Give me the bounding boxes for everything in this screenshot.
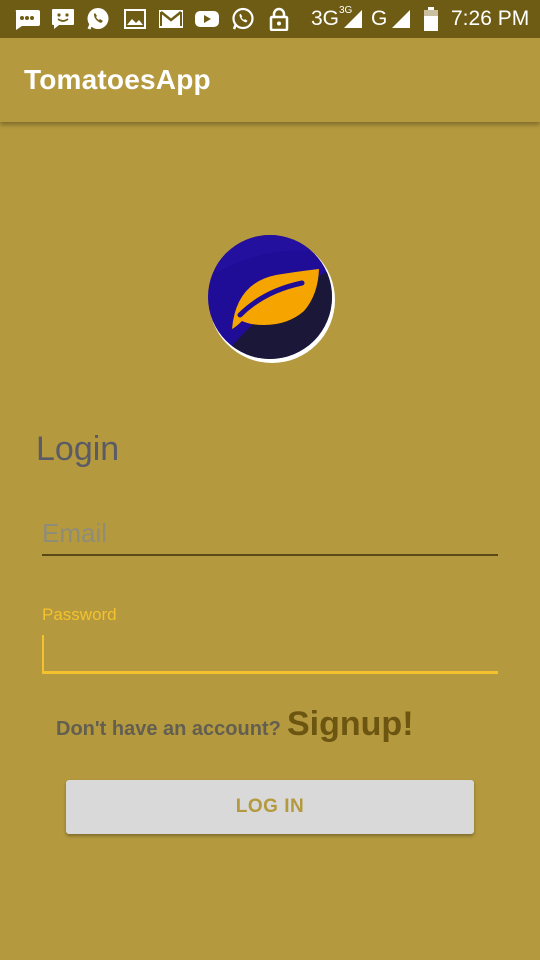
login-heading: Login <box>36 430 120 468</box>
signal-icon <box>342 7 364 31</box>
app-bar: TomatoesApp <box>0 38 540 122</box>
signup-prompt: Don't have an account? <box>56 718 281 740</box>
youtube-icon <box>194 7 220 31</box>
email-field[interactable] <box>42 512 498 556</box>
signup-link[interactable]: Signup! <box>287 705 414 744</box>
clock: 7:26 PM <box>451 7 530 30</box>
network-type-secondary: G <box>371 7 388 30</box>
app-logo <box>206 233 336 364</box>
lock-icon <box>268 7 290 31</box>
whatsapp-icon <box>230 7 256 31</box>
text-cursor <box>42 635 44 673</box>
password-field[interactable] <box>42 634 498 674</box>
status-bar: 3G 3G G 7:26 PM <box>0 0 540 38</box>
network-type-primary: 3G <box>311 7 340 30</box>
app-title: TomatoesApp <box>24 64 211 95</box>
gallery-icon <box>123 7 147 31</box>
password-label: Password <box>42 605 117 624</box>
message-icon <box>12 7 42 31</box>
sms-icon <box>50 7 76 31</box>
gmail-icon <box>157 7 185 31</box>
signal-icon <box>390 7 412 31</box>
whatsapp-icon <box>85 7 111 31</box>
login-button[interactable]: LOG IN <box>66 780 474 834</box>
battery-icon <box>423 7 439 31</box>
